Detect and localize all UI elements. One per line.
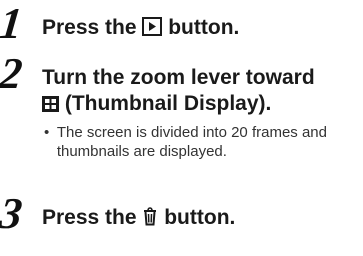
- step-instruction: Press the button.: [42, 2, 239, 43]
- step-instruction: Press the button.: [42, 192, 235, 233]
- thumbnail-display-icon: [42, 93, 59, 119]
- step-2: 2 Turn the zoom lever toward (Thumbnail …: [0, 49, 315, 119]
- step-text: (Thumbnail Display).: [59, 92, 272, 115]
- step-text: button.: [162, 16, 240, 39]
- note-text: The screen is divided into 20 frames and…: [56, 124, 327, 160]
- step-1: 1 Press the button.: [0, 0, 239, 48]
- step-text: Press the: [42, 206, 143, 229]
- playback-icon: [142, 17, 163, 43]
- step-number: 3: [0, 189, 25, 238]
- step-2-note: • The screen is divided into 20 frames a…: [42, 123, 342, 161]
- step-instruction: Turn the zoom lever toward (Thumbnail Di…: [42, 52, 315, 119]
- step-number: 1: [0, 0, 25, 48]
- step-number: 2: [0, 49, 25, 98]
- step-text: Press the: [42, 16, 143, 39]
- step-text: Turn the zoom lever toward: [42, 66, 315, 89]
- bullet-icon: •: [44, 124, 50, 141]
- step-3: 3 Press the button.: [0, 189, 235, 238]
- trash-icon: [142, 206, 158, 233]
- step-text: button.: [158, 206, 236, 229]
